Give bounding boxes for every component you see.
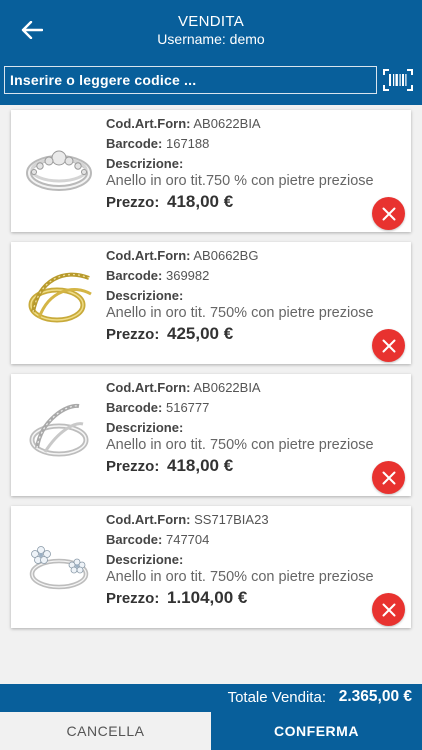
barcode-label: Barcode: [106,268,163,283]
sale-item-card: Cod.Art.Forn: AB0622BIA Barcode: 167188 … [11,110,411,232]
page-title: VENDITA [178,13,244,30]
price-value: 418,00 € [167,456,234,475]
sale-item-card: Cod.Art.Forn: SS717BIA23 Barcode: 747704… [11,506,411,628]
username-label: Username: demo [157,31,265,47]
sale-item-card: Cod.Art.Forn: AB0662BG Barcode: 369982 D… [11,242,411,364]
cod-art-value: SS717BIA23 [194,512,269,527]
ring-image [29,546,89,590]
description-value: Anello in oro tit. 750% con pietre prezi… [106,305,374,321]
barcode-label: Barcode: [106,400,163,415]
price-value: 418,00 € [167,192,234,211]
cod-art-label: Cod.Art.Forn: [106,116,191,131]
barcode-label: Barcode: [106,136,163,151]
price-value: 1.104,00 € [167,588,248,607]
ring-image [28,272,92,323]
ring-image [26,150,92,191]
cod-art-value: AB0622BIA [193,116,261,131]
description-label: Descrizione: [106,288,184,303]
cod-art-value: AB0662BG [193,248,259,263]
ring-image [29,403,89,457]
price-label: Prezzo: [106,590,160,607]
barcode-scan-button[interactable] [383,69,413,91]
barcode-value: 369982 [165,268,210,283]
barcode-value: 747704 [165,532,210,547]
total-label: Totale Vendita: [227,689,326,706]
description-label: Descrizione: [106,156,184,171]
description-value: Anello in oro tit. 750% con pietre prezi… [106,437,374,453]
description-value: Anello in oro tit.750 % con pietre prezi… [106,173,374,189]
sale-item-card: Cod.Art.Forn: AB0622BIA Barcode: 516777 … [11,374,411,496]
description-label: Descrizione: [106,552,184,567]
cancel-button[interactable]: CANCELLA [0,712,211,750]
code-search-input[interactable] [4,66,377,94]
remove-item-button[interactable] [372,593,405,626]
close-icon [382,603,395,616]
description-value: Anello in oro tit. 750% con pietre prezi… [106,569,374,585]
remove-item-button[interactable] [372,329,405,362]
total-value: 2.365,00 € [338,688,412,705]
remove-item-button[interactable] [372,461,405,494]
barcode-value: 167188 [165,136,210,151]
barcode-value: 516777 [165,400,210,415]
price-label: Prezzo: [106,194,160,211]
remove-item-button[interactable] [372,197,405,230]
cod-art-label: Cod.Art.Forn: [106,248,191,263]
cod-art-label: Cod.Art.Forn: [106,512,191,527]
confirm-button[interactable]: CONFERMA [211,712,422,750]
close-icon [382,471,395,484]
cod-art-value: AB0622BIA [193,380,261,395]
barcode-icon [383,69,413,91]
description-label: Descrizione: [106,420,184,435]
close-icon [382,339,395,352]
barcode-label: Barcode: [106,532,163,547]
total-bar: Totale Vendita: 2.365,00 € [0,684,422,712]
cod-art-label: Cod.Art.Forn: [106,380,191,395]
price-value: 425,00 € [167,324,234,343]
price-label: Prezzo: [106,326,160,343]
close-icon [382,207,395,220]
app-header: VENDITA Username: demo [0,0,422,105]
price-label: Prezzo: [106,458,160,475]
